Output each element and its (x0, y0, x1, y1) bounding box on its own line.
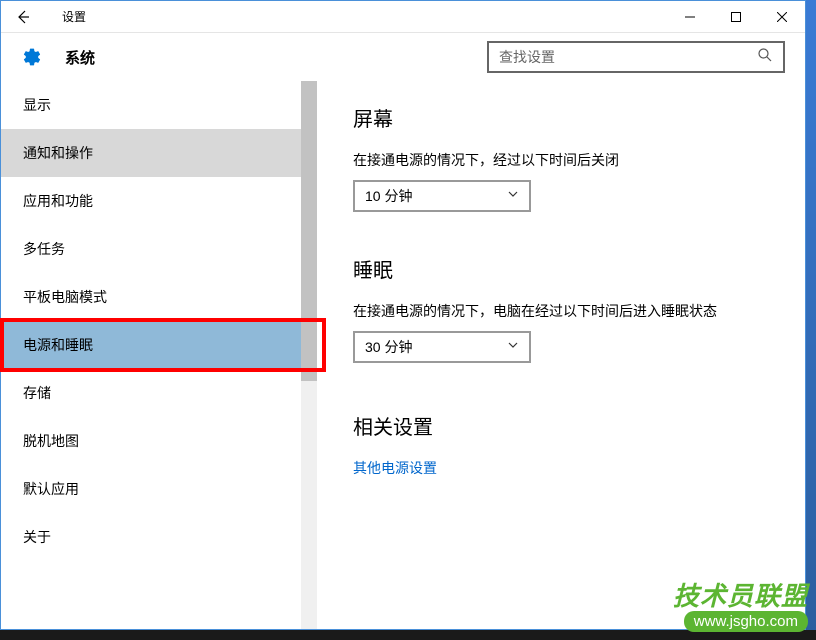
screen-timeout-dropdown[interactable]: 10 分钟 (353, 180, 531, 212)
close-button[interactable] (759, 1, 805, 33)
sidebar-item-notifications[interactable]: 通知和操作 (1, 129, 317, 177)
arrow-left-icon (15, 9, 31, 25)
sidebar: 显示 通知和操作 应用和功能 多任务 平板电脑模式 电源和睡眠 存储 脱机地图 … (1, 81, 317, 629)
sidebar-item-about[interactable]: 关于 (1, 513, 317, 561)
watermark: 技术员联盟 www.jsgho.com (673, 576, 808, 632)
sleep-field-label: 在接通电源的情况下，电脑在经过以下时间后进入睡眠状态 (353, 301, 769, 321)
sidebar-item-label: 应用和功能 (23, 191, 93, 211)
sidebar-item-label: 电源和睡眠 (23, 335, 93, 355)
category-title: 系统 (65, 47, 95, 68)
sidebar-item-label: 默认应用 (23, 479, 79, 499)
dropdown-value: 10 分钟 (365, 186, 412, 206)
sidebar-item-label: 多任务 (23, 239, 65, 259)
sidebar-item-power-sleep[interactable]: 电源和睡眠 (1, 321, 317, 369)
sidebar-item-label: 存储 (23, 383, 51, 403)
titlebar: 设置 (1, 1, 805, 33)
watermark-text: 技术员联盟 (673, 576, 808, 613)
sleep-section-title: 睡眠 (353, 254, 769, 283)
search-box[interactable] (487, 41, 785, 73)
scrollbar-thumb[interactable] (301, 81, 317, 381)
search-icon (757, 47, 773, 68)
screen-field-label: 在接通电源的情况下，经过以下时间后关闭 (353, 150, 769, 170)
gear-icon (21, 46, 43, 68)
window-title: 设置 (45, 8, 667, 25)
header: 系统 (1, 33, 805, 81)
sidebar-item-offline-maps[interactable]: 脱机地图 (1, 417, 317, 465)
sidebar-item-default-apps[interactable]: 默认应用 (1, 465, 317, 513)
content-area: 屏幕 在接通电源的情况下，经过以下时间后关闭 10 分钟 睡眠 在接通电源的情况… (317, 81, 805, 629)
sidebar-item-label: 通知和操作 (23, 143, 93, 163)
chevron-down-icon (507, 338, 519, 356)
sidebar-item-label: 关于 (23, 527, 51, 547)
minimize-button[interactable] (667, 1, 713, 33)
sleep-timeout-dropdown[interactable]: 30 分钟 (353, 331, 531, 363)
search-input[interactable] (499, 49, 757, 65)
sidebar-item-label: 脱机地图 (23, 431, 79, 451)
sidebar-item-apps[interactable]: 应用和功能 (1, 177, 317, 225)
sidebar-item-multitasking[interactable]: 多任务 (1, 225, 317, 273)
sidebar-item-storage[interactable]: 存储 (1, 369, 317, 417)
sidebar-item-label: 平板电脑模式 (23, 287, 107, 307)
watermark-url: www.jsgho.com (684, 611, 808, 632)
close-icon (777, 12, 787, 22)
minimize-icon (685, 12, 695, 22)
back-button[interactable] (1, 1, 45, 33)
sidebar-item-label: 显示 (23, 95, 51, 115)
dropdown-value: 30 分钟 (365, 337, 412, 357)
scrollbar[interactable] (301, 81, 317, 629)
other-power-settings-link[interactable]: 其他电源设置 (353, 458, 769, 478)
maximize-button[interactable] (713, 1, 759, 33)
screen-section-title: 屏幕 (353, 103, 769, 132)
sidebar-item-tablet[interactable]: 平板电脑模式 (1, 273, 317, 321)
related-section-title: 相关设置 (353, 411, 769, 440)
sidebar-item-display[interactable]: 显示 (1, 81, 317, 129)
maximize-icon (731, 12, 741, 22)
chevron-down-icon (507, 187, 519, 205)
